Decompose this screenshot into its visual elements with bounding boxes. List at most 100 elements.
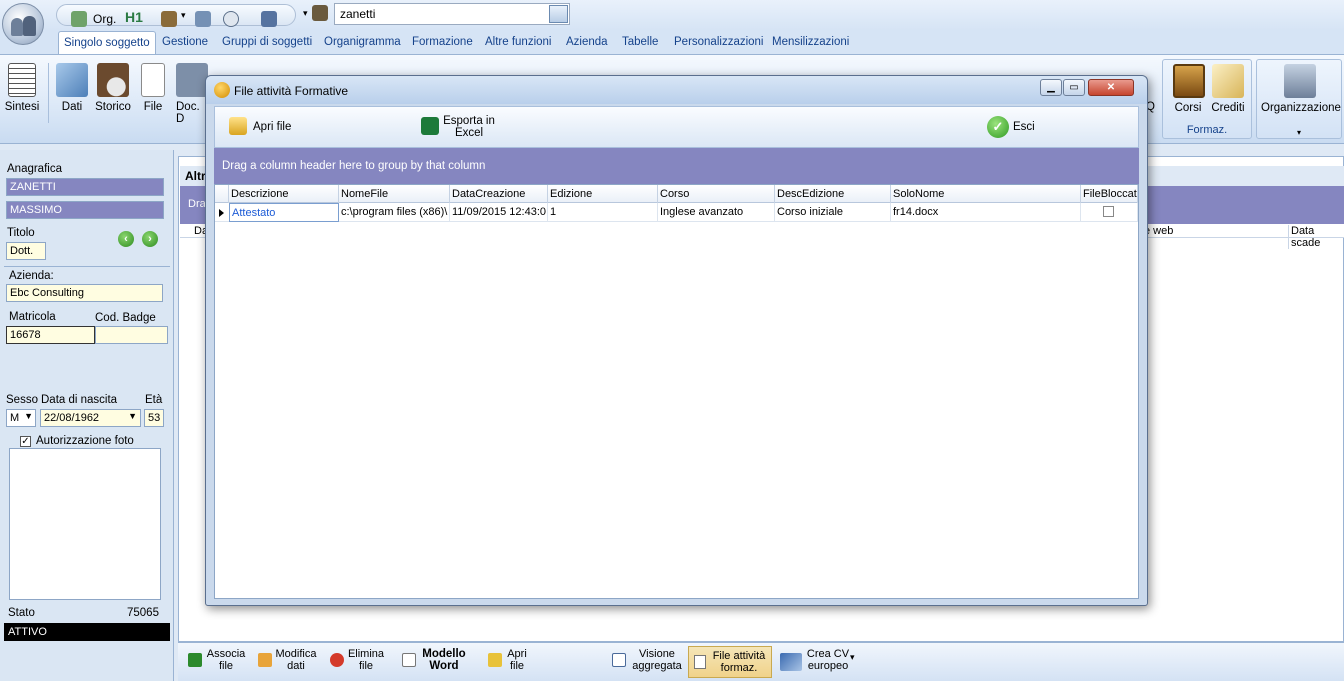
h1-button[interactable]: H1 [125, 9, 143, 25]
stato-label: Stato [8, 607, 35, 619]
nascita-date-picker[interactable]: 22/08/1962 ▼ [40, 409, 141, 427]
table-row[interactable]: Attestato c:\program files (x86)\ 11/09/… [215, 203, 1138, 222]
matricola-field[interactable]: 16678 [6, 326, 95, 344]
formaz-group-title: Formaz. [1186, 124, 1228, 136]
tab-gruppi-di-soggetti[interactable]: Gruppi di soggetti [222, 36, 312, 48]
column-header[interactable]: FileBloccato [1081, 185, 1138, 203]
table-cell[interactable]: Corso iniziale [775, 203, 891, 222]
titolo-field[interactable]: Dott. [6, 242, 46, 260]
modifica-line2: dati [287, 660, 305, 672]
tab-formazione[interactable]: Formazione [412, 36, 473, 48]
column-header[interactable]: NomeFile [339, 185, 450, 203]
tab-altre-funzioni[interactable]: Altre funzioni [485, 36, 551, 48]
column-header[interactable]: Edizione [548, 185, 658, 203]
user-settings-icon[interactable] [261, 11, 277, 27]
file-button[interactable]: File [140, 63, 166, 113]
search-input[interactable] [335, 4, 535, 24]
visione-aggregata-button[interactable]: Visione aggregata [630, 648, 684, 672]
info-icon[interactable] [223, 11, 239, 27]
column-header[interactable]: DataCreazione [450, 185, 548, 203]
name-field[interactable]: MASSIMO [6, 201, 164, 219]
elimina-file-button[interactable]: Elimina file [346, 648, 386, 672]
tools-icon[interactable] [161, 11, 177, 27]
table-cell[interactable]: c:\program files (x86)\ [339, 203, 450, 222]
organizzazione-icon [1284, 64, 1316, 98]
table-cell[interactable]: 1 [548, 203, 658, 222]
chevron-down-icon[interactable]: ▾ [850, 652, 855, 663]
ribbon-separator [48, 63, 49, 123]
crea-cv-europeo-button[interactable]: Crea CV europeo [806, 648, 850, 672]
sintesi-button[interactable]: Sintesi [4, 63, 40, 113]
table-cell[interactable]: 11/09/2015 12:43:0 [450, 203, 548, 222]
modello-word-button[interactable]: Modello Word [418, 648, 470, 672]
next-arrow-icon[interactable]: › [142, 231, 158, 247]
column-header[interactable]: SoloNome [891, 185, 1081, 203]
doc-icon [176, 63, 208, 97]
tab-singolo-soggetto[interactable]: Singolo soggetto [58, 31, 156, 55]
sesso-select[interactable]: M ▼ [6, 409, 36, 427]
eta-label: Età [145, 394, 163, 406]
column-header[interactable]: DescEdizione [775, 185, 891, 203]
modifica-icon [258, 653, 272, 667]
associa-file-button[interactable]: Associa file [206, 648, 246, 672]
file-attivita-formaz-button[interactable]: File attività formaz. [688, 646, 772, 678]
tab-personalizzazioni[interactable]: Personalizzazioni [674, 36, 764, 48]
tab-gestione[interactable]: Gestione [162, 36, 208, 48]
background-col-scadenza[interactable]: Data scade [1288, 225, 1344, 249]
blackboard-icon [1173, 64, 1205, 98]
dati-button[interactable]: Dati [56, 63, 88, 113]
search-icon[interactable] [549, 5, 568, 23]
dropdown-arrow-icon[interactable]: ▾ [181, 10, 186, 21]
hierarchy-icon[interactable] [195, 11, 211, 27]
stato-field[interactable]: ATTIVO [4, 623, 170, 641]
dialog-titlebar[interactable]: File attività Formative ▁ ▭ ✕ [206, 76, 1147, 104]
stato-code: 75065 [127, 607, 159, 619]
minimize-icon[interactable]: ▁ [1040, 79, 1062, 96]
elimina-icon [330, 653, 344, 667]
foto-checkbox[interactable]: ✓ [20, 436, 31, 447]
file-attivita-dialog: File attività Formative ▁ ▭ ✕ Apri file … [205, 75, 1148, 606]
open-folder-icon [488, 653, 502, 667]
org-label[interactable]: Org. [93, 12, 116, 26]
tab-organigramma[interactable]: Organigramma [324, 36, 401, 48]
storico-button[interactable]: Storico [94, 63, 132, 113]
photo-frame[interactable] [9, 448, 161, 600]
crediti-button[interactable]: Crediti [1211, 64, 1245, 114]
tab-azienda[interactable]: Azienda [566, 36, 608, 48]
org-chart-icon[interactable] [71, 11, 87, 27]
file-bloccato-checkbox[interactable] [1103, 206, 1114, 217]
maximize-icon[interactable]: ▭ [1063, 79, 1085, 96]
badge-field[interactable] [95, 326, 168, 344]
table-cell[interactable]: Inglese avanzato [658, 203, 775, 222]
surname-field[interactable]: ZANETTI [6, 178, 164, 196]
doc-button[interactable]: Doc. D [176, 63, 208, 125]
search-box[interactable] [334, 3, 570, 25]
table-cell[interactable]: fr14.docx [891, 203, 1081, 222]
apri-line1: Apri [507, 648, 527, 660]
associa-line2: file [218, 660, 234, 672]
chevron-down-icon[interactable]: ▾ [1297, 128, 1301, 137]
background-col-web[interactable]: e web [1144, 225, 1173, 237]
app-menu-button[interactable] [2, 3, 44, 45]
azienda-field[interactable]: Ebc Consulting [6, 284, 163, 302]
modifica-dati-button[interactable]: Modifica dati [274, 648, 318, 672]
apri-file-button[interactable]: Apri file [504, 648, 530, 672]
modifica-line1: Modifica [275, 648, 317, 660]
column-header[interactable]: Descrizione [229, 185, 339, 203]
sesso-label: Sesso [6, 394, 38, 406]
qat-customize-icon[interactable]: ▾ [303, 8, 308, 19]
tab-tabelle[interactable]: Tabelle [622, 36, 658, 48]
esci-button[interactable]: Esci [1013, 121, 1035, 133]
close-icon[interactable]: ✕ [1088, 79, 1134, 96]
table-cell[interactable]: Attestato [229, 203, 339, 222]
previous-arrow-icon[interactable]: ‹ [118, 231, 134, 247]
table-cell[interactable] [1081, 203, 1138, 222]
corsi-button[interactable]: Corsi [1173, 64, 1205, 114]
group-by-bar[interactable]: Drag a column header here to group by th… [214, 148, 1139, 184]
organizzazione-button[interactable]: Organizzazione [1261, 64, 1341, 114]
esporta-excel-button[interactable]: Esporta in Excel [439, 115, 499, 139]
tab-mensilizzazioni[interactable]: Mensilizzazioni [772, 36, 849, 48]
apri-file-button[interactable]: Apri file [253, 121, 291, 133]
column-header[interactable]: Corso [658, 185, 775, 203]
current-row-indicator-icon [219, 209, 224, 217]
